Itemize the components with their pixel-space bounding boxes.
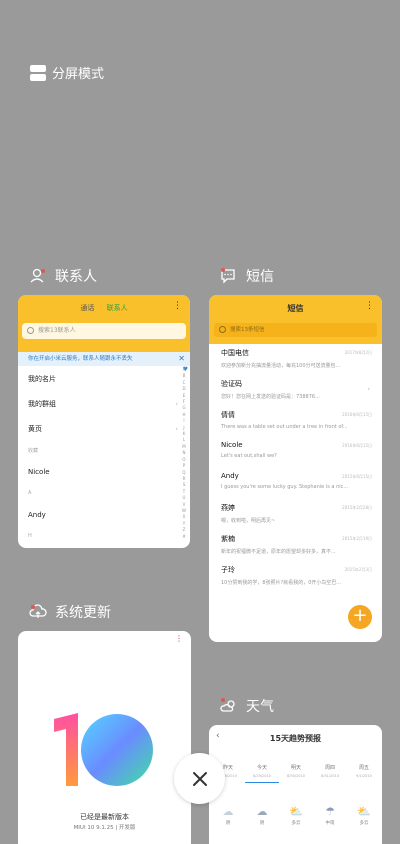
sms-header: 短信 ⋮ 搜索13条短信 [209,295,382,344]
sms-thread-item[interactable]: 倩倩 There was a table set out under a tree… [209,406,382,437]
sms-date: 2016年6月15日 [342,443,372,448]
more-icon[interactable]: ⋮ [365,301,374,311]
weather-day[interactable]: 明天 8/30/2010 [279,764,313,778]
new-message-button[interactable]: + [348,605,372,629]
weather-day-date: 8/31/2010 [321,774,339,778]
sms-sender: 验证码 [221,380,242,388]
weather-condition: 阴 [259,821,265,826]
sms-preview: Let's eat out,shall we? [221,453,277,459]
sms-preview: 您好！您在网上发送的验证码是：738876... [221,394,320,400]
sms-thread-item[interactable]: 中国电信 欢迎参加新分充抽流量活动，每充100分可送流量包... 2017年8月2日 [209,344,382,375]
update-version-text: MIUI 10 9.1.25 | 开发版 [73,825,136,831]
alphabet-index[interactable]: A B C D E F G H I J K L M N O P Q R S T U V W X Y Z # [181,367,187,540]
close-icon [192,771,207,786]
close-all-button[interactable] [174,753,225,804]
weather-day[interactable]: 周五 9/1/2010 [347,764,381,778]
chevron-right-icon: › [175,399,178,408]
weather-condition: 多云 [291,821,301,826]
update-app-card[interactable]: ⋮ 已经是最新版本 MIUI 10 9.1.25 | 开发版 [18,631,191,844]
contacts-list-item[interactable]: 我的名片 [18,366,190,391]
more-icon[interactable]: ⋮ [173,301,182,311]
partly-cloudy-icon: ⛅ [357,805,371,818]
sms-preview: There was a table set out under a tree i… [221,424,348,430]
weather-icon [220,698,235,712]
weather-day-label: 今天 [256,765,267,771]
sms-thread-item[interactable]: Nicole Let's eat out,shall we? 2016年6月15日 [209,437,382,468]
weather-day-date: 8/29/2010 [253,774,271,778]
cloud-sync-banner[interactable]: 你在开启小米云服务，联系人随跟永不丢失 ✕ [18,352,190,366]
weather-title: 15天趋势预报 [269,734,322,743]
sms-app-card[interactable]: 短信 ⋮ 搜索13条短信 中国电信 欢迎参加新分充抽流量活动，每充100分可送流量… [209,295,382,642]
search-icon [27,327,34,334]
weather-condition: 阴 [225,821,231,826]
sms-thread-item[interactable]: Andy I guess you're some lucky guy. Steph… [209,468,382,499]
search-icon [219,326,226,333]
weather-day[interactable]: 周四 8/31/2010 [313,764,347,778]
update-app-label: 系统更新 [29,602,111,622]
weather-condition: 中雨 [325,821,335,826]
sms-date: 2015年2月3日 [344,567,372,572]
contacts-app-label: 联系人 [29,266,97,286]
split-screen-label: 分屏模式 [52,67,105,82]
sms-list: 中国电信 欢迎参加新分充抽流量活动，每充100分可送流量包... 2017年8月2日… [209,344,382,592]
sms-preview: I guess you're some lucky guy. Stephanie… [221,484,349,490]
contacts-app-card[interactable]: 通话 联系人 ⋮ 搜索13联系人 你在开启小米云服务，联系人随跟永不丢失 ✕ 我… [18,295,190,548]
close-icon[interactable]: ✕ [178,352,185,366]
sms-icon [221,268,235,284]
contacts-search-input[interactable]: 搜索13联系人 [22,323,186,339]
weather-app-card[interactable]: ‹ 15天趋势预报 昨天 8/28/2010 ☁ 阴今天 8/29/2010 ☁ 阴明天 8/… [209,725,382,844]
contacts-section-header: A [28,490,32,496]
rain-icon: ☂ [325,805,335,818]
sms-preview: 新年的祝福微不足道，原年的愿望却多好多，真不... [221,549,336,555]
contacts-header: 通话 联系人 ⋮ 搜索13联系人 [18,295,190,352]
sms-date: 2016年6月15日 [342,412,372,417]
sms-thread-item[interactable]: 紫楠 新年的祝福微不足道，原年的愿望却多好多，真不... 2015年2月19日 [209,530,382,561]
sms-date: 2015年6月15日 [342,474,372,479]
cloudy-icon: ☁ [256,805,268,818]
contacts-list-item[interactable]: 黄页 › [18,416,190,441]
chevron-right-icon: › [175,424,178,433]
sms-thread-item[interactable]: 子玲 10分赞到我的学，8张照片?就看我的，0开小鸟空巴... 2015年2月3日 [209,561,382,592]
split-screen-icon [30,64,46,81]
contacts-list-item[interactable]: 我的群组 › [18,391,190,416]
contacts-icon [30,268,45,283]
contacts-list-item[interactable]: 哈哈 [18,545,190,548]
cloudy-icon: ☁ [222,805,234,818]
contacts-section-header: H [28,533,32,539]
sms-title: 短信 [287,304,304,313]
cloud-update-icon [29,604,47,618]
weather-app-label: 天气 [220,696,274,716]
weather-day-date: 8/30/2010 [287,774,305,778]
contacts-section-header: 收藏 [28,447,39,454]
partly-cloudy-icon: ⛅ [289,805,303,818]
sms-date: 2015年2月19日 [342,536,372,541]
update-status-text: 已经是最新版本 [80,813,129,821]
contacts-list-item[interactable]: Nicole [18,459,190,484]
contacts-list: 我的名片我的群组›黄页› 收藏 Nicole A Andy H 哈哈 [18,366,190,548]
tab-contacts[interactable]: 联系人 [107,304,128,312]
weather-day-label: 周五 [358,765,369,771]
weather-day-label: 周四 [324,765,335,771]
weather-day-date: 9/1/2010 [356,774,372,778]
weather-condition: 多云 [359,821,369,826]
contacts-list-item[interactable]: Andy [18,502,190,527]
sms-thread-item[interactable]: 燕婷 嗯，收到啦，明后再见~ 2015年2月28日 [209,499,382,530]
sms-preview: 嗯，收到啦，明后再见~ [221,518,276,524]
sms-date: 2017年8月2日 [344,350,372,355]
split-screen-button[interactable]: 分屏模式 [30,63,104,82]
sms-thread-item[interactable]: 验证码您好！您在网上发送的验证码是：738876... › [209,375,382,406]
weather-day-label: 明天 [290,765,301,771]
sms-app-label: 短信 [220,266,274,286]
index-letter[interactable]: # [181,534,187,540]
sms-date: 2015年2月28日 [342,505,372,510]
sms-preview: 10分赞到我的学，8张照片?就看我的，0开小鸟空巴... [221,580,342,586]
sms-search-input[interactable]: 搜索13条短信 [214,323,377,337]
tab-calls[interactable]: 通话 [80,304,94,312]
weather-day[interactable]: 今天 8/29/2010 [245,764,279,778]
sms-preview: 欢迎参加新分充抽流量活动，每充100分可送流量包... [221,363,341,369]
chevron-right-icon: › [367,385,370,393]
